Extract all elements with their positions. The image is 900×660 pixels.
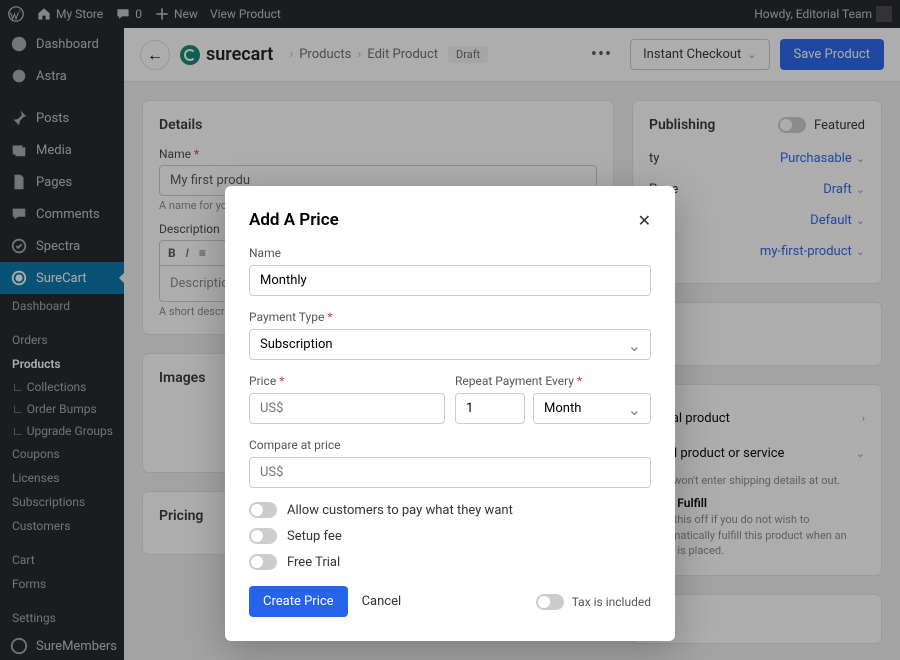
repeat-num-input[interactable] — [455, 393, 525, 424]
modal-title: Add A Price — [249, 210, 339, 230]
free-trial-toggle[interactable] — [249, 554, 277, 570]
repeat-label: Repeat Payment Every * — [455, 374, 651, 388]
tax-included-toggle[interactable] — [536, 594, 564, 610]
free-trial-label: Free Trial — [287, 555, 340, 570]
price-name-input[interactable] — [249, 265, 651, 296]
pay-what-toggle[interactable] — [249, 502, 277, 518]
compare-label: Compare at price — [249, 438, 651, 452]
setup-fee-toggle[interactable] — [249, 528, 277, 544]
pay-what-label: Allow customers to pay what they want — [287, 503, 513, 518]
repeat-unit-select[interactable]: Month — [533, 393, 651, 424]
tax-included-label: Tax is included — [572, 595, 651, 609]
setup-fee-label: Setup fee — [287, 529, 342, 544]
payment-type-label: Payment Type * — [249, 310, 651, 324]
add-price-modal: Add A Price ✕ Name Payment Type * Subscr… — [225, 186, 675, 641]
price-label: Price * — [249, 374, 445, 388]
create-price-button[interactable]: Create Price — [249, 586, 348, 617]
cancel-button[interactable]: Cancel — [362, 594, 402, 609]
price-input[interactable] — [249, 393, 445, 424]
close-icon[interactable]: ✕ — [638, 211, 651, 230]
compare-input[interactable] — [249, 457, 651, 488]
price-name-label: Name — [249, 246, 651, 260]
payment-type-select[interactable]: Subscription — [249, 329, 651, 360]
